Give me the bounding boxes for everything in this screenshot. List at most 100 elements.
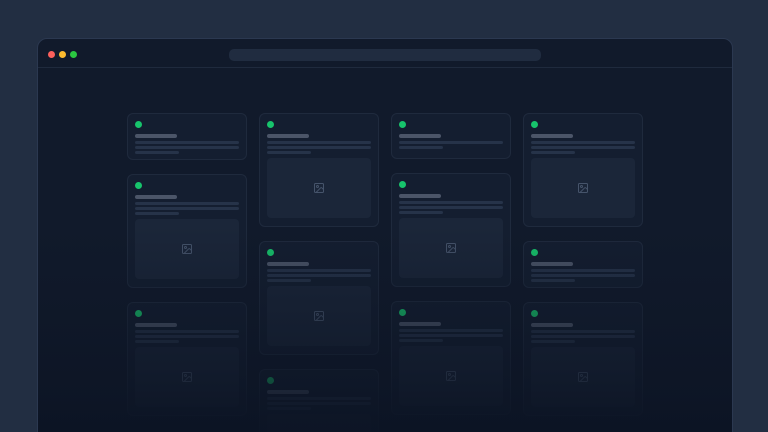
- status-dot-icon: [267, 377, 274, 384]
- skeleton-text-bar: [531, 274, 635, 277]
- skeleton-title-bar: [531, 262, 573, 266]
- skeleton-text-bar: [135, 207, 239, 210]
- skeleton-text-bar: [531, 141, 635, 144]
- skeleton-title-bar: [399, 322, 441, 326]
- image-placeholder: [267, 414, 371, 432]
- board-column-2: [259, 113, 379, 432]
- minimize-button[interactable]: [59, 51, 66, 58]
- browser-window: [37, 38, 733, 432]
- skeleton-text-bar: [531, 151, 575, 154]
- image-icon: [445, 242, 457, 254]
- skeleton-title-bar: [399, 134, 441, 138]
- skeleton-card[interactable]: [127, 302, 247, 416]
- skeleton-text-bar: [135, 141, 239, 144]
- skeleton-text-bar: [267, 407, 311, 410]
- image-icon: [181, 243, 193, 255]
- image-icon: [445, 370, 457, 382]
- skeleton-title-bar: [531, 323, 573, 327]
- skeleton-title-bar: [267, 134, 309, 138]
- maximize-button[interactable]: [70, 51, 77, 58]
- close-button[interactable]: [48, 51, 55, 58]
- status-dot-icon: [531, 310, 538, 317]
- skeleton-text-bar: [399, 334, 503, 337]
- image-placeholder: [267, 286, 371, 346]
- skeleton-text-bar: [531, 146, 635, 149]
- url-bar[interactable]: [229, 49, 541, 61]
- skeleton-card[interactable]: [523, 113, 643, 227]
- skeleton-text-bar: [531, 340, 575, 343]
- image-icon: [577, 371, 589, 383]
- browser-content: [38, 68, 732, 432]
- image-icon: [313, 310, 325, 322]
- skeleton-text-bar: [267, 279, 311, 282]
- skeleton-text-bar: [267, 146, 371, 149]
- skeleton-text-bar: [399, 141, 503, 144]
- status-dot-icon: [399, 121, 406, 128]
- skeleton-text-bar: [267, 397, 371, 400]
- image-placeholder: [267, 158, 371, 218]
- traffic-lights: [48, 51, 77, 58]
- skeleton-card[interactable]: [523, 241, 643, 288]
- skeleton-text-bar: [399, 201, 503, 204]
- skeleton-text-bar: [135, 151, 179, 154]
- skeleton-text-bar: [135, 335, 239, 338]
- skeleton-title-bar: [531, 134, 573, 138]
- skeleton-text-bar: [399, 339, 443, 342]
- skeleton-title-bar: [135, 195, 177, 199]
- skeleton-text-bar: [399, 329, 503, 332]
- skeleton-card[interactable]: [391, 301, 511, 415]
- skeleton-card[interactable]: [127, 113, 247, 160]
- image-icon: [577, 182, 589, 194]
- skeleton-text-bar: [267, 402, 371, 405]
- status-dot-icon: [267, 121, 274, 128]
- image-icon: [181, 371, 193, 383]
- image-placeholder: [399, 218, 503, 278]
- skeleton-text-bar: [531, 269, 635, 272]
- skeleton-card[interactable]: [259, 369, 379, 432]
- status-dot-icon: [135, 182, 142, 189]
- image-placeholder: [135, 219, 239, 279]
- status-dot-icon: [267, 249, 274, 256]
- skeleton-card[interactable]: [127, 174, 247, 288]
- image-placeholder: [531, 347, 635, 407]
- skeleton-text-bar: [399, 206, 503, 209]
- skeleton-title-bar: [399, 194, 441, 198]
- skeleton-title-bar: [267, 262, 309, 266]
- image-icon: [313, 182, 325, 194]
- card-board: [127, 113, 643, 432]
- skeleton-card[interactable]: [259, 241, 379, 355]
- image-placeholder: [399, 346, 503, 406]
- skeleton-text-bar: [267, 274, 371, 277]
- skeleton-card[interactable]: [259, 113, 379, 227]
- board-column-3: [391, 113, 511, 432]
- skeleton-card[interactable]: [523, 302, 643, 416]
- skeleton-card[interactable]: [391, 113, 511, 159]
- status-dot-icon: [135, 121, 142, 128]
- skeleton-text-bar: [135, 212, 179, 215]
- skeleton-text-bar: [135, 146, 239, 149]
- skeleton-card[interactable]: [391, 173, 511, 287]
- status-dot-icon: [531, 121, 538, 128]
- skeleton-text-bar: [531, 330, 635, 333]
- skeleton-title-bar: [267, 390, 309, 394]
- skeleton-title-bar: [135, 134, 177, 138]
- skeleton-text-bar: [135, 340, 179, 343]
- skeleton-text-bar: [135, 202, 239, 205]
- browser-titlebar[interactable]: [38, 39, 732, 68]
- board-column-1: [127, 113, 247, 432]
- page: [0, 0, 768, 432]
- image-placeholder: [531, 158, 635, 218]
- skeleton-text-bar: [135, 330, 239, 333]
- skeleton-text-bar: [267, 141, 371, 144]
- skeleton-title-bar: [135, 323, 177, 327]
- skeleton-text-bar: [267, 151, 311, 154]
- skeleton-text-bar: [399, 211, 443, 214]
- board-column-4: [523, 113, 643, 432]
- skeleton-text-bar: [267, 269, 371, 272]
- skeleton-text-bar: [531, 335, 635, 338]
- status-dot-icon: [531, 249, 538, 256]
- status-dot-icon: [399, 309, 406, 316]
- image-placeholder: [135, 347, 239, 407]
- status-dot-icon: [135, 310, 142, 317]
- status-dot-icon: [399, 181, 406, 188]
